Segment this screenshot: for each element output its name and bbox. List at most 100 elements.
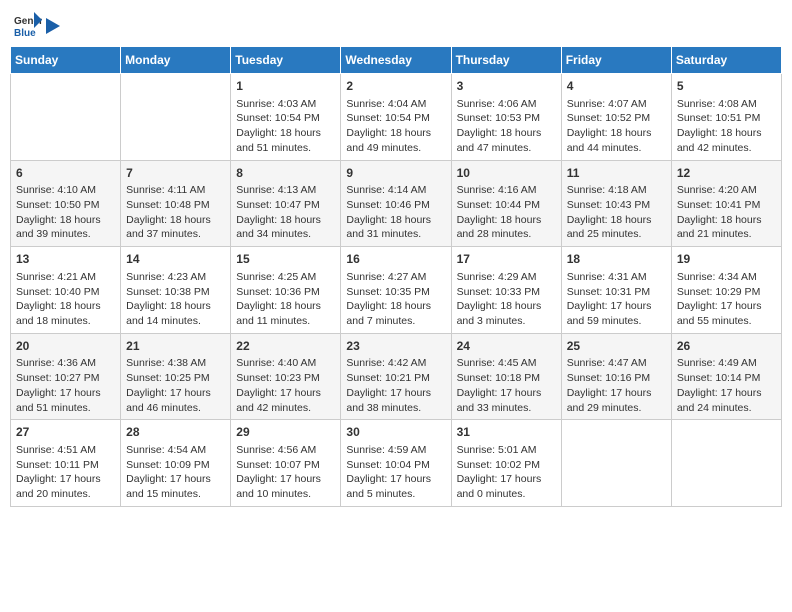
day-info: Sunrise: 4:10 AM Sunset: 10:50 PM Daylig…	[16, 183, 115, 242]
day-info: Sunrise: 4:51 AM Sunset: 10:11 PM Daylig…	[16, 443, 115, 502]
day-info: Sunrise: 4:03 AM Sunset: 10:54 PM Daylig…	[236, 97, 335, 156]
weekday-header-row: SundayMondayTuesdayWednesdayThursdayFrid…	[11, 47, 782, 74]
calendar-cell: 2 Sunrise: 4:04 AM Sunset: 10:54 PM Dayli…	[341, 74, 451, 161]
day-number: 16	[346, 251, 445, 268]
day-info: Sunrise: 4:45 AM Sunset: 10:18 PM Daylig…	[457, 356, 556, 415]
day-info: Sunrise: 4:29 AM Sunset: 10:33 PM Daylig…	[457, 270, 556, 329]
day-info: Sunrise: 4:49 AM Sunset: 10:14 PM Daylig…	[677, 356, 776, 415]
day-info: Sunrise: 4:25 AM Sunset: 10:36 PM Daylig…	[236, 270, 335, 329]
week-row-3: 13 Sunrise: 4:21 AM Sunset: 10:40 PM Dayl…	[11, 247, 782, 334]
calendar-cell: 6Sunrise: 4:10 AM Sunset: 10:50 PM Dayli…	[11, 160, 121, 247]
day-info: Sunrise: 4:13 AM Sunset: 10:47 PM Daylig…	[236, 183, 335, 242]
day-info: Sunrise: 4:40 AM Sunset: 10:23 PM Daylig…	[236, 356, 335, 415]
day-number: 18	[567, 251, 666, 268]
weekday-header-sunday: Sunday	[11, 47, 121, 74]
day-number: 30	[346, 424, 445, 441]
day-number: 2	[346, 78, 445, 95]
day-number: 23	[346, 338, 445, 355]
calendar-cell: 11Sunrise: 4:18 AM Sunset: 10:43 PM Dayl…	[561, 160, 671, 247]
calendar-cell: 31 Sunrise: 5:01 AM Sunset: 10:02 PM Dayl…	[451, 420, 561, 507]
day-number: 12	[677, 165, 776, 182]
day-info: Sunrise: 4:36 AM Sunset: 10:27 PM Daylig…	[16, 356, 115, 415]
week-row-5: 27 Sunrise: 4:51 AM Sunset: 10:11 PM Dayl…	[11, 420, 782, 507]
day-info: Sunrise: 4:07 AM Sunset: 10:52 PM Daylig…	[567, 97, 666, 156]
calendar-cell: 18 Sunrise: 4:31 AM Sunset: 10:31 PM Dayl…	[561, 247, 671, 334]
day-info: Sunrise: 4:06 AM Sunset: 10:53 PM Daylig…	[457, 97, 556, 156]
day-number: 17	[457, 251, 556, 268]
weekday-header-friday: Friday	[561, 47, 671, 74]
calendar-cell: 7Sunrise: 4:11 AM Sunset: 10:48 PM Dayli…	[121, 160, 231, 247]
day-number: 9	[346, 165, 445, 182]
day-number: 24	[457, 338, 556, 355]
calendar-cell: 1Sunrise: 4:03 AM Sunset: 10:54 PM Dayli…	[231, 74, 341, 161]
calendar-cell: 10Sunrise: 4:16 AM Sunset: 10:44 PM Dayl…	[451, 160, 561, 247]
calendar-cell: 12Sunrise: 4:20 AM Sunset: 10:41 PM Dayl…	[671, 160, 781, 247]
day-info: Sunrise: 4:42 AM Sunset: 10:21 PM Daylig…	[346, 356, 445, 415]
day-info: Sunrise: 4:11 AM Sunset: 10:48 PM Daylig…	[126, 183, 225, 242]
week-row-2: 6Sunrise: 4:10 AM Sunset: 10:50 PM Dayli…	[11, 160, 782, 247]
calendar-table: SundayMondayTuesdayWednesdayThursdayFrid…	[10, 46, 782, 507]
day-number: 19	[677, 251, 776, 268]
day-info: Sunrise: 5:01 AM Sunset: 10:02 PM Daylig…	[457, 443, 556, 502]
day-info: Sunrise: 4:08 AM Sunset: 10:51 PM Daylig…	[677, 97, 776, 156]
calendar-cell: 22Sunrise: 4:40 AM Sunset: 10:23 PM Dayl…	[231, 333, 341, 420]
calendar-cell: 8Sunrise: 4:13 AM Sunset: 10:47 PM Dayli…	[231, 160, 341, 247]
day-info: Sunrise: 4:04 AM Sunset: 10:54 PM Daylig…	[346, 97, 445, 156]
calendar-cell: 26Sunrise: 4:49 AM Sunset: 10:14 PM Dayl…	[671, 333, 781, 420]
calendar-cell: 19 Sunrise: 4:34 AM Sunset: 10:29 PM Dayl…	[671, 247, 781, 334]
svg-text:Blue: Blue	[14, 28, 36, 38]
day-number: 11	[567, 165, 666, 182]
day-number: 3	[457, 78, 556, 95]
calendar-cell: 20Sunrise: 4:36 AM Sunset: 10:27 PM Dayl…	[11, 333, 121, 420]
day-number: 14	[126, 251, 225, 268]
day-number: 21	[126, 338, 225, 355]
day-info: Sunrise: 4:34 AM Sunset: 10:29 PM Daylig…	[677, 270, 776, 329]
day-info: Sunrise: 4:18 AM Sunset: 10:43 PM Daylig…	[567, 183, 666, 242]
day-info: Sunrise: 4:21 AM Sunset: 10:40 PM Daylig…	[16, 270, 115, 329]
weekday-header-tuesday: Tuesday	[231, 47, 341, 74]
calendar-cell	[11, 74, 121, 161]
day-number: 8	[236, 165, 335, 182]
day-number: 29	[236, 424, 335, 441]
calendar-cell: 14 Sunrise: 4:23 AM Sunset: 10:38 PM Dayl…	[121, 247, 231, 334]
day-info: Sunrise: 4:59 AM Sunset: 10:04 PM Daylig…	[346, 443, 445, 502]
calendar-cell	[561, 420, 671, 507]
calendar-cell: 9Sunrise: 4:14 AM Sunset: 10:46 PM Dayli…	[341, 160, 451, 247]
day-number: 31	[457, 424, 556, 441]
day-number: 22	[236, 338, 335, 355]
day-number: 5	[677, 78, 776, 95]
day-info: Sunrise: 4:38 AM Sunset: 10:25 PM Daylig…	[126, 356, 225, 415]
week-row-4: 20Sunrise: 4:36 AM Sunset: 10:27 PM Dayl…	[11, 333, 782, 420]
day-number: 20	[16, 338, 115, 355]
calendar-cell: 28 Sunrise: 4:54 AM Sunset: 10:09 PM Dayl…	[121, 420, 231, 507]
week-row-1: 1Sunrise: 4:03 AM Sunset: 10:54 PM Dayli…	[11, 74, 782, 161]
day-info: Sunrise: 4:31 AM Sunset: 10:31 PM Daylig…	[567, 270, 666, 329]
day-number: 13	[16, 251, 115, 268]
day-info: Sunrise: 4:20 AM Sunset: 10:41 PM Daylig…	[677, 183, 776, 242]
day-number: 15	[236, 251, 335, 268]
day-info: Sunrise: 4:16 AM Sunset: 10:44 PM Daylig…	[457, 183, 556, 242]
weekday-header-thursday: Thursday	[451, 47, 561, 74]
day-number: 10	[457, 165, 556, 182]
calendar-cell	[671, 420, 781, 507]
calendar-cell: 17 Sunrise: 4:29 AM Sunset: 10:33 PM Dayl…	[451, 247, 561, 334]
weekday-header-saturday: Saturday	[671, 47, 781, 74]
day-number: 28	[126, 424, 225, 441]
calendar-cell: 5 Sunrise: 4:08 AM Sunset: 10:51 PM Dayli…	[671, 74, 781, 161]
day-info: Sunrise: 4:23 AM Sunset: 10:38 PM Daylig…	[126, 270, 225, 329]
page-header: General Blue	[10, 10, 782, 38]
day-number: 4	[567, 78, 666, 95]
calendar-cell: 15 Sunrise: 4:25 AM Sunset: 10:36 PM Dayl…	[231, 247, 341, 334]
day-info: Sunrise: 4:56 AM Sunset: 10:07 PM Daylig…	[236, 443, 335, 502]
calendar-cell: 24Sunrise: 4:45 AM Sunset: 10:18 PM Dayl…	[451, 333, 561, 420]
calendar-cell: 16 Sunrise: 4:27 AM Sunset: 10:35 PM Dayl…	[341, 247, 451, 334]
day-number: 27	[16, 424, 115, 441]
day-number: 6	[16, 165, 115, 182]
day-info: Sunrise: 4:54 AM Sunset: 10:09 PM Daylig…	[126, 443, 225, 502]
day-info: Sunrise: 4:27 AM Sunset: 10:35 PM Daylig…	[346, 270, 445, 329]
logo: General Blue	[14, 10, 62, 38]
calendar-cell: 4 Sunrise: 4:07 AM Sunset: 10:52 PM Dayli…	[561, 74, 671, 161]
calendar-cell: 21Sunrise: 4:38 AM Sunset: 10:25 PM Dayl…	[121, 333, 231, 420]
calendar-cell: 13 Sunrise: 4:21 AM Sunset: 10:40 PM Dayl…	[11, 247, 121, 334]
day-info: Sunrise: 4:14 AM Sunset: 10:46 PM Daylig…	[346, 183, 445, 242]
